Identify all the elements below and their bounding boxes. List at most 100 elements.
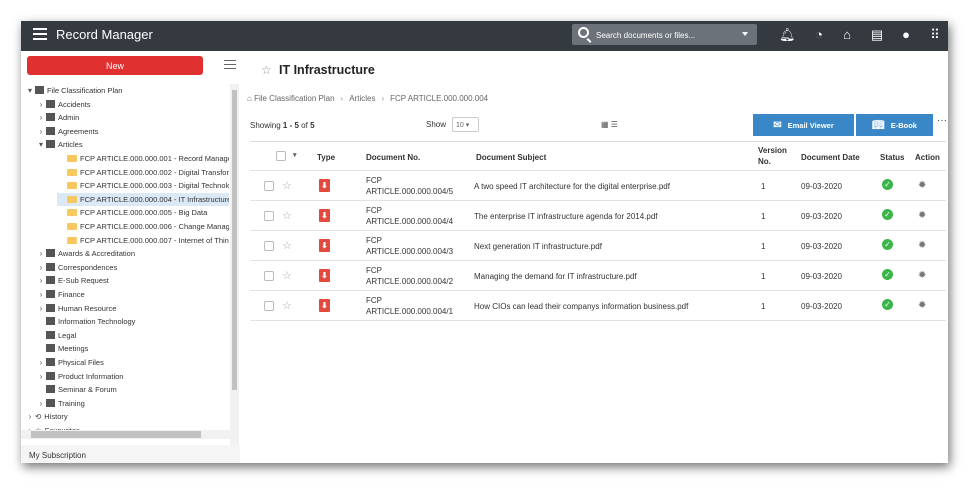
breadcrumb-item[interactable]: Articles (349, 94, 375, 103)
view-toggle-icons[interactable]: ▦ ☰ (601, 120, 618, 129)
gear-icon[interactable]: ✹ (918, 180, 926, 191)
expand-toggle-icon[interactable]: › (36, 288, 46, 301)
column-header-version[interactable]: Version No. (758, 145, 787, 167)
tree-node[interactable]: › Awards & Accreditation (36, 247, 135, 260)
apps-grid-icon[interactable]: ⠿ (927, 27, 943, 43)
tree-node[interactable]: › E-Sub Request (36, 274, 109, 287)
ebook-button[interactable]: 📖︎ E-Book (856, 114, 933, 136)
tree-node[interactable]: Information Technology (36, 315, 135, 328)
sidebar-vertical-scrollbar[interactable] (230, 84, 239, 455)
table-row[interactable]: ☆ ⬇ FCP ARTICLE.000.000.004/5 A two speed IT… (250, 171, 946, 201)
expand-toggle-icon[interactable]: › (36, 302, 46, 315)
tree-node[interactable]: › Agreements (36, 125, 98, 138)
tree-node[interactable]: › Product Information (36, 370, 123, 383)
new-button[interactable]: New (27, 56, 203, 75)
tree-node[interactable]: › Accidents (36, 98, 91, 111)
tree-node[interactable]: › Physical Files (36, 356, 104, 369)
expand-toggle-icon[interactable]: ▾ (36, 138, 46, 151)
tree-node[interactable]: › ⟲ History (25, 410, 68, 423)
expand-toggle-icon[interactable]: › (36, 98, 46, 111)
gear-icon[interactable]: ✹ (918, 300, 926, 311)
table-row[interactable]: ☆ ⬇ FCP ARTICLE.000.000.004/3 Next generatio… (250, 231, 946, 261)
tree-node[interactable]: Legal (36, 329, 76, 342)
scrollbar-thumb[interactable] (232, 90, 237, 390)
bell-icon[interactable]: 🔔︎ (779, 27, 796, 43)
document-subject[interactable]: Managing the demand for IT infrastructur… (474, 271, 637, 282)
dashboard-icon[interactable]: ◔ (811, 27, 827, 43)
tree-node[interactable]: FCP ARTICLE.000.000.006 - Change Managen (57, 220, 229, 233)
tree-node[interactable]: Seminar & Forum (36, 383, 117, 396)
tree-node[interactable]: FCP ARTICLE.000.000.002 - Digital Transf… (57, 166, 229, 179)
column-header-doc-no[interactable]: Document No. (366, 152, 420, 163)
expand-toggle-icon[interactable]: ▾ (25, 84, 35, 97)
email-viewer-button[interactable]: ✉ Email Viewer (753, 114, 854, 136)
expand-toggle-icon[interactable]: › (36, 261, 46, 274)
search-box[interactable] (572, 24, 757, 45)
expand-toggle-icon[interactable]: › (36, 356, 46, 369)
hamburger-menu-icon[interactable] (33, 28, 47, 40)
user-icon[interactable]: ● (898, 27, 914, 43)
row-checkbox[interactable] (264, 181, 274, 191)
favourite-star-icon[interactable]: ☆ (282, 179, 292, 192)
favourite-star-icon[interactable]: ☆ (282, 269, 292, 282)
row-checkbox[interactable] (264, 211, 274, 221)
folder-icon (46, 317, 55, 326)
column-header-type[interactable]: Type (317, 152, 335, 163)
page-size-select[interactable]: 10 ▾ (452, 117, 479, 132)
column-header-date[interactable]: Document Date (801, 152, 860, 163)
expand-toggle-icon[interactable]: › (36, 274, 46, 287)
expand-toggle-icon[interactable]: › (25, 410, 35, 423)
breadcrumb-item[interactable]: File Classification Plan (254, 94, 334, 103)
gear-icon[interactable]: ✹ (918, 270, 926, 281)
tree-node[interactable]: › Finance (36, 288, 85, 301)
tree-node[interactable]: ▾ File Classification Plan (25, 84, 122, 97)
select-all-checkbox[interactable] (276, 151, 286, 161)
home-icon[interactable]: ⌂ (247, 94, 254, 103)
row-checkbox[interactable] (264, 301, 274, 311)
document-subject[interactable]: Next generation IT infrastructure.pdf (474, 241, 602, 252)
expand-toggle-icon[interactable]: › (36, 125, 46, 138)
search-input[interactable] (596, 28, 736, 42)
more-options-icon[interactable]: ··· (937, 115, 947, 126)
document-subject[interactable]: A two speed IT architecture for the digi… (474, 181, 670, 192)
column-header-status[interactable]: Status (880, 152, 904, 163)
inbox-icon[interactable]: ▤ (869, 27, 885, 43)
my-subscription-link[interactable]: My Subscription (21, 445, 240, 463)
table-row[interactable]: ☆ ⬇ FCP ARTICLE.000.000.004/1 How CIOs can l… (250, 291, 946, 321)
table-row[interactable]: ☆ ⬇ FCP ARTICLE.000.000.004/4 The enterprise… (250, 201, 946, 231)
favourite-star-icon[interactable]: ☆ (282, 299, 292, 312)
expand-toggle-icon[interactable]: › (36, 247, 46, 260)
tree-node[interactable]: FCP ARTICLE.000.000.003 - Digital Techno… (57, 179, 229, 192)
tree-node[interactable]: FCP ARTICLE.000.000.005 - Big Data (57, 206, 207, 219)
tree-node[interactable]: › Correspondences (36, 261, 117, 274)
tree-node[interactable]: FCP ARTICLE.000.000.007 - Internet of Th… (57, 234, 229, 247)
tree-node[interactable]: FCP ARTICLE.000.000.004 - IT Infrastruct… (57, 192, 229, 206)
favourite-star-icon[interactable]: ☆ (261, 63, 272, 77)
expand-toggle-icon[interactable]: › (36, 397, 46, 410)
gear-icon[interactable]: ✹ (918, 240, 926, 251)
expand-toggle-icon[interactable]: › (36, 111, 46, 124)
favourite-star-icon[interactable]: ☆ (282, 239, 292, 252)
tree-node[interactable]: › Human Resource (36, 302, 116, 315)
filter-settings-icon[interactable] (224, 60, 236, 72)
favourite-star-icon[interactable]: ☆ (282, 209, 292, 222)
document-subject[interactable]: How CIOs can lead their companys informa… (474, 301, 688, 312)
document-subject[interactable]: The enterprise IT infrastructure agenda … (474, 211, 658, 222)
tree-node[interactable]: › Training (36, 397, 85, 410)
tree-node[interactable]: Meetings (36, 342, 88, 355)
select-dropdown-icon[interactable]: ▾ (293, 150, 297, 161)
home-icon[interactable]: ⌂ (839, 27, 855, 43)
document-date: 09-03-2020 (801, 242, 842, 251)
tree-node[interactable]: ▾ Articles (36, 138, 83, 151)
scrollbar-thumb[interactable] (31, 431, 201, 438)
gear-icon[interactable]: ✹ (918, 210, 926, 221)
search-dropdown-icon[interactable] (742, 32, 748, 36)
row-checkbox[interactable] (264, 271, 274, 281)
table-row[interactable]: ☆ ⬇ FCP ARTICLE.000.000.004/2 Managing the d… (250, 261, 946, 291)
sidebar-horizontal-scrollbar[interactable] (21, 430, 230, 439)
column-header-subject[interactable]: Document Subject (476, 152, 546, 163)
expand-toggle-icon[interactable]: › (36, 370, 46, 383)
row-checkbox[interactable] (264, 241, 274, 251)
tree-node[interactable]: FCP ARTICLE.000.000.001 - Record Managem (57, 152, 229, 165)
tree-node[interactable]: › Admin (36, 111, 79, 124)
